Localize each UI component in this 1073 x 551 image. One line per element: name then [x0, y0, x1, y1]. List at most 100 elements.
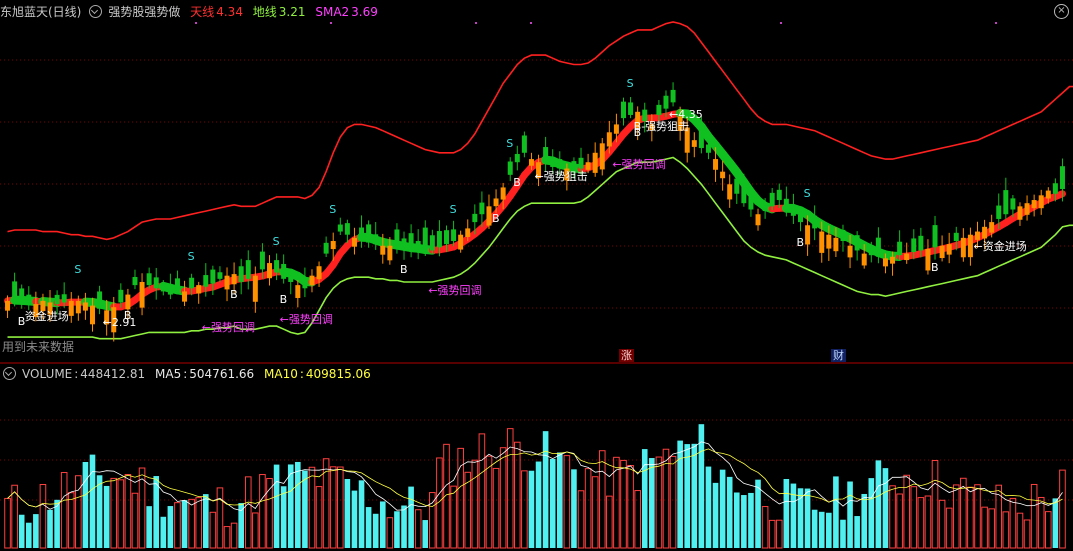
- volume-bar: [974, 484, 981, 549]
- candle-body: [97, 291, 103, 309]
- volume-bar: [748, 492, 754, 548]
- volume-bar: [1016, 512, 1024, 549]
- trend-band-segment: [1051, 190, 1066, 201]
- candle-body: [401, 238, 407, 249]
- candle-body: [344, 223, 350, 235]
- candle-body: [118, 289, 124, 303]
- volume-bar: [952, 484, 960, 549]
- candle-body: [897, 241, 903, 256]
- candle-body: [259, 251, 265, 270]
- volume-bar: [868, 478, 875, 548]
- close-icon[interactable]: ×: [1054, 4, 1069, 19]
- volume-bar: [542, 431, 549, 548]
- stock-name[interactable]: 东旭蓝天(日线): [0, 5, 81, 19]
- candle-body: [132, 276, 138, 286]
- candle-body: [734, 178, 740, 194]
- volume-bar: [691, 443, 698, 548]
- candle-body: [613, 124, 619, 134]
- candle-body: [1038, 195, 1044, 209]
- volume-bar: [230, 522, 238, 549]
- candle-body: [812, 215, 818, 229]
- volume-bar: [705, 466, 712, 548]
- volume-bar: [244, 476, 252, 549]
- candle-body: [465, 228, 471, 238]
- candle-body: [274, 260, 280, 273]
- candle-body: [54, 294, 60, 305]
- candle-body: [507, 161, 513, 175]
- volume-bar: [768, 519, 776, 549]
- zhang-marker[interactable]: 涨: [619, 349, 634, 362]
- candle-body: [359, 227, 365, 242]
- annotation-23: ←4.35: [669, 108, 703, 122]
- candle-body: [125, 294, 131, 310]
- tianxian-line: [7, 21, 1073, 241]
- cai-marker[interactable]: 财: [831, 349, 846, 362]
- volume-bar: [174, 502, 181, 549]
- annotation-27: ←资金进场: [973, 239, 1027, 253]
- candle-body: [833, 237, 839, 252]
- volume-bar: [783, 478, 790, 548]
- candle-body: [26, 294, 32, 303]
- annotation-17: B: [513, 176, 521, 190]
- candle-body: [698, 127, 704, 149]
- volume-bar: [308, 466, 316, 549]
- volume-bar: [641, 449, 648, 548]
- annotation-6: ←强势回调: [201, 320, 255, 334]
- signal-dot-1: [330, 22, 332, 24]
- volume-bar: [591, 476, 599, 549]
- candle-body: [309, 275, 315, 286]
- volume-bar: [209, 511, 217, 549]
- candle-body: [182, 291, 188, 302]
- chart-stage[interactable]: [0, 0, 1073, 551]
- candle-body: [153, 277, 159, 289]
- volume-bar: [741, 495, 747, 548]
- candle-body: [210, 269, 216, 284]
- annotation-4: B: [123, 308, 132, 322]
- ma5-value: 504761.66: [189, 367, 255, 381]
- volume-indicator-header: VOLUME:448412.81 MA5:504761.66 MA10:4098…: [0, 365, 377, 383]
- volume-bar: [571, 469, 577, 548]
- annotation-13: ←强势回调: [428, 284, 482, 298]
- indicator-settings-icon[interactable]: [89, 5, 103, 18]
- candle-body: [394, 229, 400, 248]
- volume-bar: [25, 522, 32, 548]
- candle-body: [670, 89, 676, 103]
- volume-bar: [414, 509, 422, 549]
- candle-body: [486, 206, 492, 226]
- volume-bar: [499, 447, 507, 549]
- indicator-name[interactable]: 强势股强势做: [108, 5, 180, 19]
- annotation-5: S: [187, 250, 195, 264]
- candle-body: [783, 198, 789, 210]
- candle-body: [904, 253, 910, 261]
- volume-bar: [492, 467, 500, 549]
- candle-body: [1052, 183, 1058, 194]
- candle-body: [415, 241, 421, 249]
- candle-body: [160, 283, 166, 292]
- candle-body: [380, 245, 386, 255]
- annotation-19: S: [626, 76, 634, 90]
- candle-body: [444, 230, 449, 245]
- candle-body: [436, 231, 442, 248]
- volume-bar: [677, 440, 683, 548]
- candle-body: [302, 279, 308, 289]
- candle-body: [174, 278, 180, 290]
- volume-bar: [75, 475, 82, 549]
- volume-label[interactable]: VOLUME: [22, 367, 72, 381]
- volume-bar: [655, 456, 663, 549]
- volume-bar: [358, 480, 365, 548]
- volume-bar: [684, 444, 691, 548]
- candle-body: [521, 135, 527, 153]
- candle-body: [245, 260, 251, 279]
- candle-body: [557, 159, 563, 169]
- volume-bar: [917, 497, 925, 549]
- candle-body: [861, 253, 867, 266]
- volume-bar: [103, 485, 110, 548]
- volume-bar: [322, 458, 330, 549]
- volume-settings-icon[interactable]: [3, 367, 16, 380]
- candle-body: [826, 234, 832, 249]
- volume-bar: [811, 509, 818, 548]
- candle-body: [528, 159, 534, 166]
- volume-bar: [514, 441, 521, 549]
- candle-body: [493, 198, 499, 207]
- volume-bar: [584, 468, 592, 549]
